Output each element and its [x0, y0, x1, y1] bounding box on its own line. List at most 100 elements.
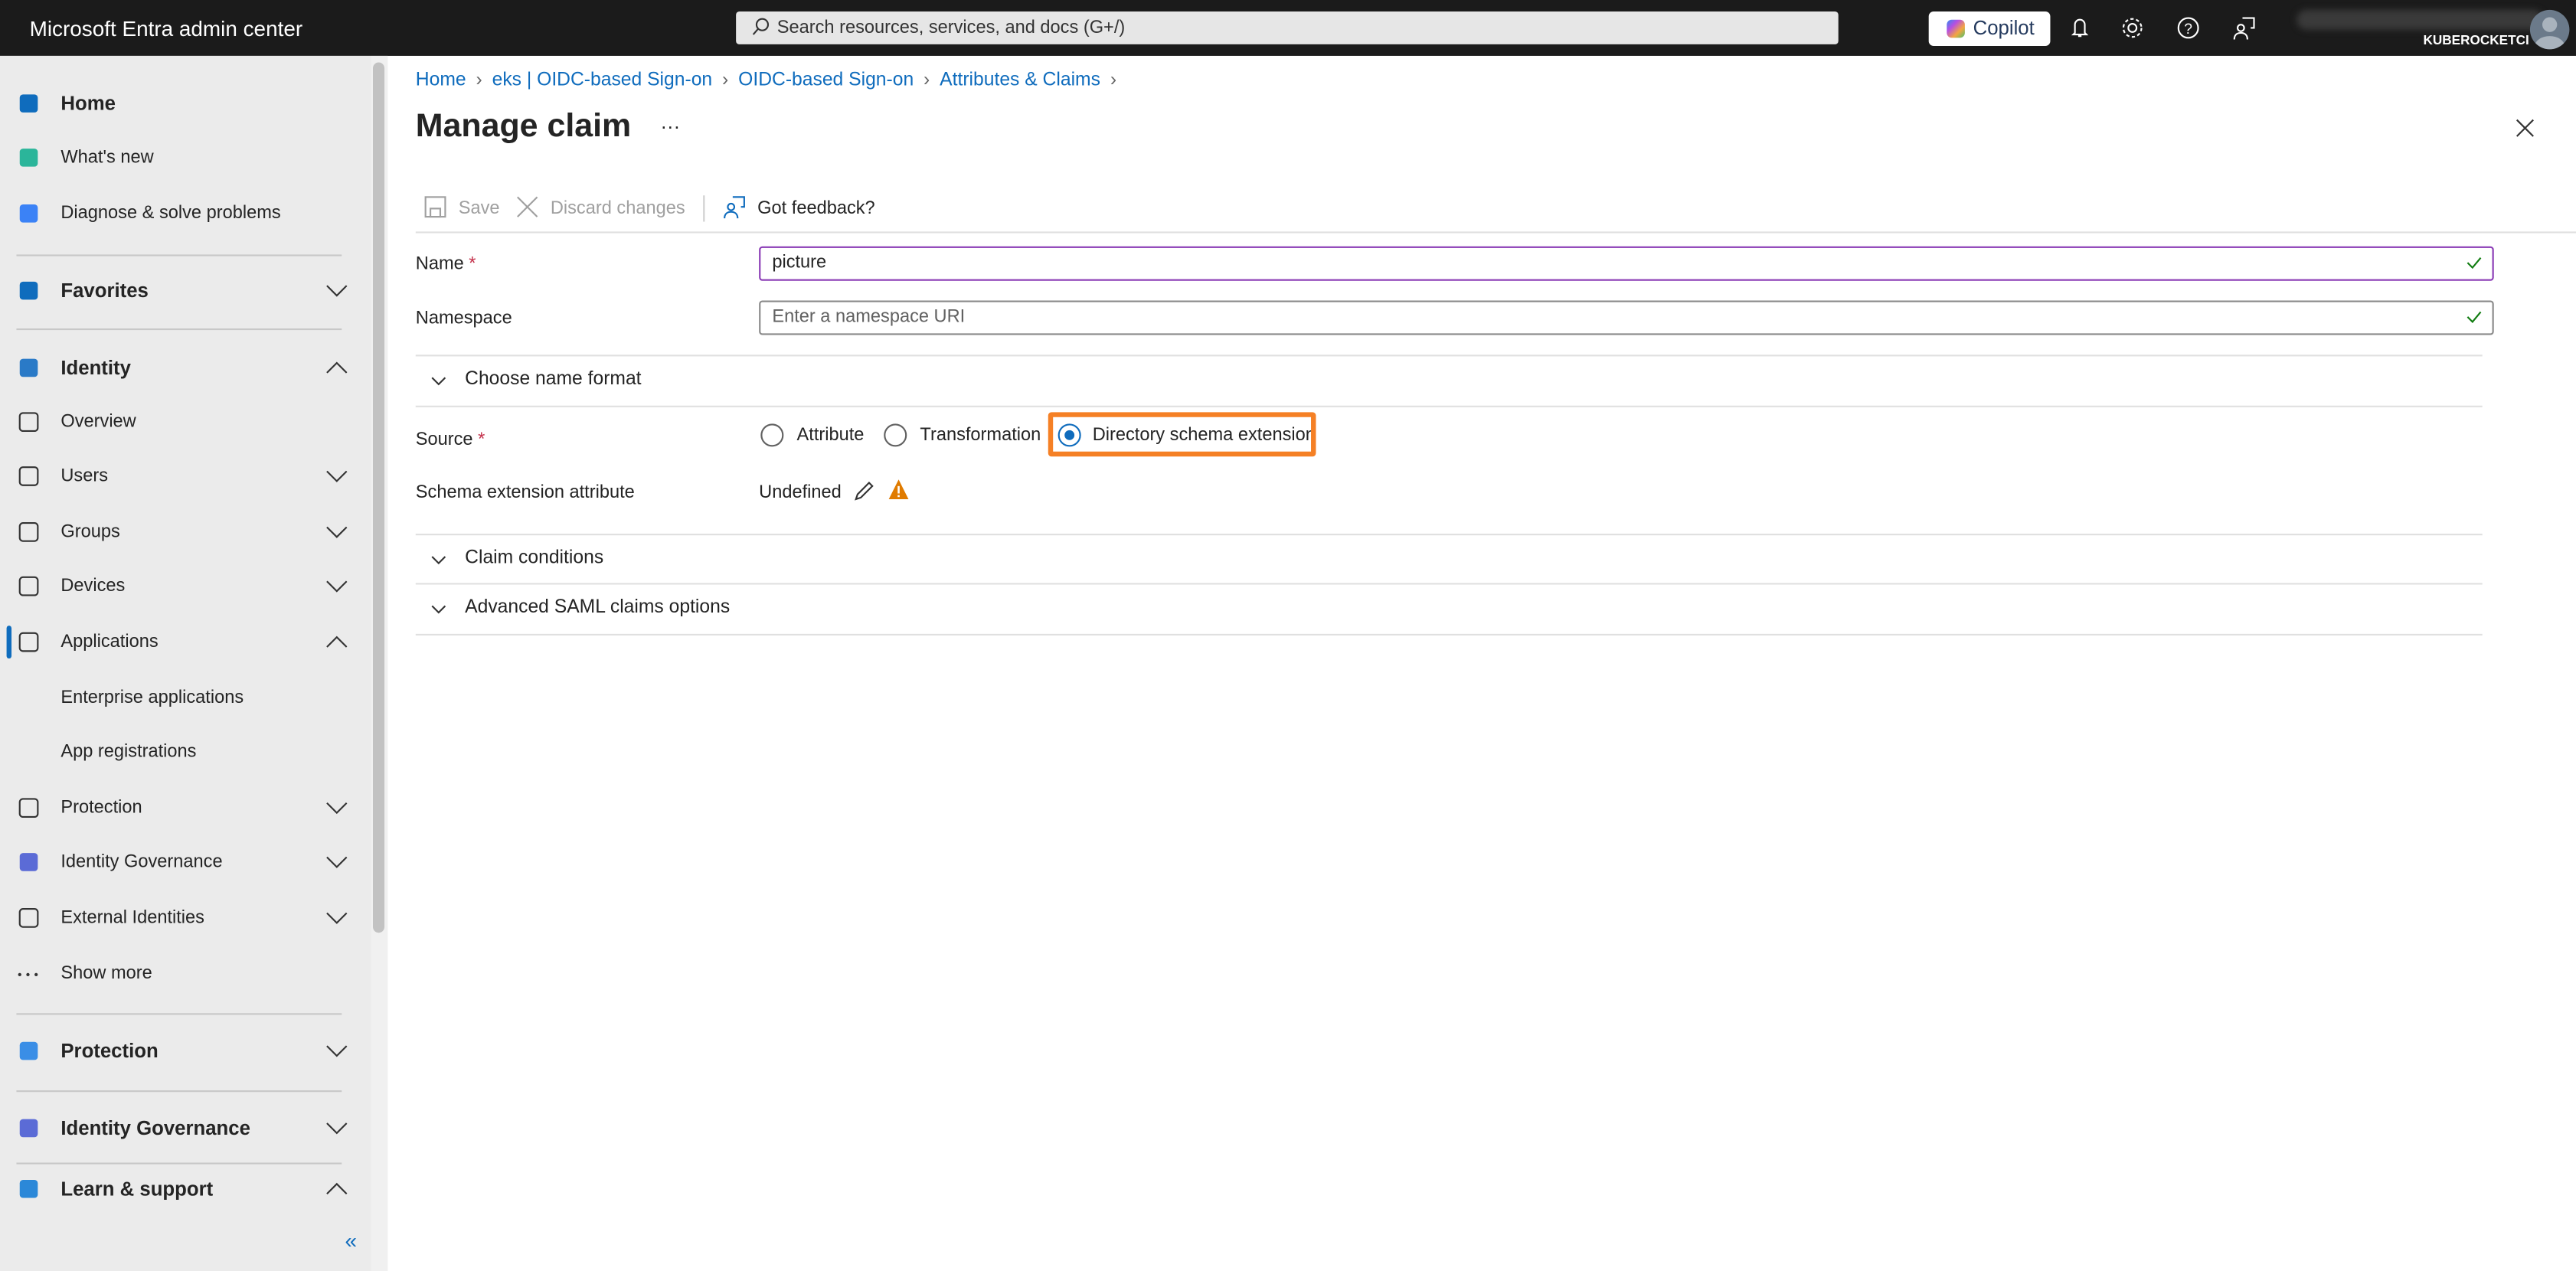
- search-input[interactable]: Search resources, services, and docs (G+…: [736, 11, 1839, 44]
- sidebar-item[interactable]: Home: [0, 79, 368, 128]
- main-content: Home › eks | OIDC-based Sign-on › OIDC-based…: [387, 56, 2576, 1271]
- bell-icon[interactable]: [2067, 15, 2093, 41]
- svg-text:?: ?: [2184, 21, 2192, 38]
- sidebar-item-label: External Identities: [60, 908, 204, 928]
- check-icon: [2466, 311, 2482, 323]
- sidebar-item[interactable]: Identity: [0, 343, 368, 392]
- breadcrumb-separator: ›: [1110, 70, 1117, 90]
- sidebar-item[interactable]: Learn & support: [0, 1165, 368, 1214]
- feedback-button[interactable]: Got feedback?: [723, 194, 875, 224]
- sidebar-item-label: Groups: [60, 522, 120, 542]
- user-icon: [16, 464, 41, 488]
- sidebar-item-label: App registrations: [60, 742, 197, 763]
- breadcrumb-app[interactable]: eks | OIDC-based Sign-on: [492, 70, 713, 90]
- star-icon: [16, 279, 41, 303]
- divider: [415, 231, 2576, 234]
- sidebar-item[interactable]: Groups: [0, 508, 368, 557]
- sidebar-item-label: Identity Governance: [60, 1116, 250, 1140]
- source-transformation-label[interactable]: Transformation: [920, 425, 1041, 445]
- governance-icon: [16, 850, 41, 874]
- toolbar-divider: [703, 195, 705, 222]
- sidebar-item[interactable]: Protection: [0, 1026, 368, 1075]
- chevron-down-icon: [431, 377, 446, 386]
- edit-pencil-icon[interactable]: [852, 479, 875, 502]
- save-button[interactable]: Save: [424, 194, 500, 224]
- more-icon: [16, 962, 41, 986]
- sidebar-item[interactable]: What's new: [0, 133, 368, 182]
- sidebar-divider: [16, 1090, 342, 1093]
- sidebar-item[interactable]: Users: [0, 452, 368, 501]
- gear-icon[interactable]: [2120, 15, 2146, 41]
- sidebar-item[interactable]: Identity Governance: [0, 1103, 368, 1152]
- sidebar-item[interactable]: Diagnose & solve problems: [0, 189, 368, 238]
- breadcrumb-sso[interactable]: OIDC-based Sign-on: [738, 70, 914, 90]
- sidebar-item[interactable]: Overview: [0, 397, 368, 446]
- devices-icon: [16, 574, 41, 599]
- source-radio-transformation[interactable]: [884, 423, 907, 447]
- sidebar-item[interactable]: Enterprise applications: [0, 673, 368, 722]
- breadcrumb-separator: ›: [722, 70, 729, 90]
- sidebar-item[interactable]: Devices: [0, 561, 368, 610]
- sidebar-divider: [16, 1013, 342, 1015]
- flag-icon: [16, 145, 41, 170]
- sidebar-item-label: Identity: [60, 356, 131, 380]
- copilot-button[interactable]: Copilot: [1928, 11, 2051, 47]
- discard-label: Discard changes: [550, 198, 685, 219]
- save-icon: [424, 196, 446, 218]
- source-label: Source *: [415, 430, 485, 450]
- chevron-up-icon[interactable]: [325, 1181, 348, 1197]
- active-indicator: [6, 626, 12, 659]
- sidebar-item[interactable]: Protection: [0, 783, 368, 832]
- sidebar-item-label: Show more: [60, 963, 152, 984]
- app-title[interactable]: Microsoft Entra admin center: [30, 16, 303, 41]
- sidebar-item[interactable]: Identity Governance: [0, 838, 368, 887]
- chevron-down-icon[interactable]: [325, 910, 348, 926]
- chevron-up-icon[interactable]: [325, 360, 348, 376]
- sidebar-item-label: What's new: [60, 148, 154, 168]
- feedback-icon[interactable]: [2231, 15, 2257, 41]
- warning-icon: [888, 479, 909, 499]
- chevron-down-icon[interactable]: [325, 799, 348, 815]
- home-icon: [16, 91, 41, 116]
- chevron-down-icon[interactable]: [325, 1120, 348, 1136]
- divider: [415, 355, 2483, 357]
- chevron-down-icon[interactable]: [325, 283, 348, 299]
- breadcrumb-home[interactable]: Home: [416, 70, 466, 90]
- name-input[interactable]: picture: [759, 246, 2494, 281]
- chevron-down-icon[interactable]: [325, 578, 348, 594]
- account-tenant[interactable]: KUBEROCKETCI: [2423, 33, 2529, 47]
- chevron-down-icon[interactable]: [325, 468, 348, 484]
- sidebar-item[interactable]: Show more: [0, 949, 368, 998]
- sidebar-item[interactable]: App registrations: [0, 727, 368, 776]
- sidebar-item-label: Learn & support: [60, 1177, 214, 1201]
- breadcrumb: Home › eks | OIDC-based Sign-on › OIDC-based…: [416, 70, 1126, 90]
- breadcrumb-claims[interactable]: Attributes & Claims: [940, 70, 1100, 90]
- source-attribute-label[interactable]: Attribute: [797, 425, 865, 445]
- namespace-input[interactable]: Enter a namespace URI: [759, 300, 2494, 335]
- sidebar-item-label: Protection: [60, 798, 142, 818]
- search-placeholder: Search resources, services, and docs (G+…: [776, 18, 1126, 38]
- sidebar-scrollbar[interactable]: [373, 62, 385, 933]
- more-options-button[interactable]: ···: [660, 115, 680, 138]
- discard-changes-button[interactable]: Discard changes: [516, 194, 685, 224]
- page-title: Manage claim: [415, 108, 632, 145]
- breadcrumb-separator: ›: [924, 70, 930, 90]
- discard-icon: [517, 196, 538, 217]
- help-icon[interactable]: ?: [2176, 15, 2202, 41]
- chevron-up-icon[interactable]: [325, 634, 348, 650]
- close-icon[interactable]: [2513, 116, 2536, 139]
- schema-extension-attribute-label: Schema extension attribute: [415, 482, 635, 503]
- sidebar-item[interactable]: Applications: [0, 617, 368, 666]
- avatar[interactable]: [2529, 9, 2570, 50]
- sidebar-item-label: Overview: [60, 412, 136, 433]
- chevron-down-icon[interactable]: [325, 1043, 348, 1059]
- chevron-down-icon[interactable]: [325, 524, 348, 540]
- chevron-down-icon[interactable]: [325, 854, 348, 870]
- sidebar-item[interactable]: Favorites: [0, 266, 368, 315]
- search-icon: [752, 18, 770, 35]
- applications-icon: [16, 629, 41, 654]
- sidebar-item-label: Users: [60, 466, 109, 486]
- collapse-sidebar-button[interactable]: «: [345, 1228, 358, 1253]
- sidebar-item[interactable]: External Identities: [0, 894, 368, 943]
- source-radio-attribute[interactable]: [760, 423, 784, 447]
